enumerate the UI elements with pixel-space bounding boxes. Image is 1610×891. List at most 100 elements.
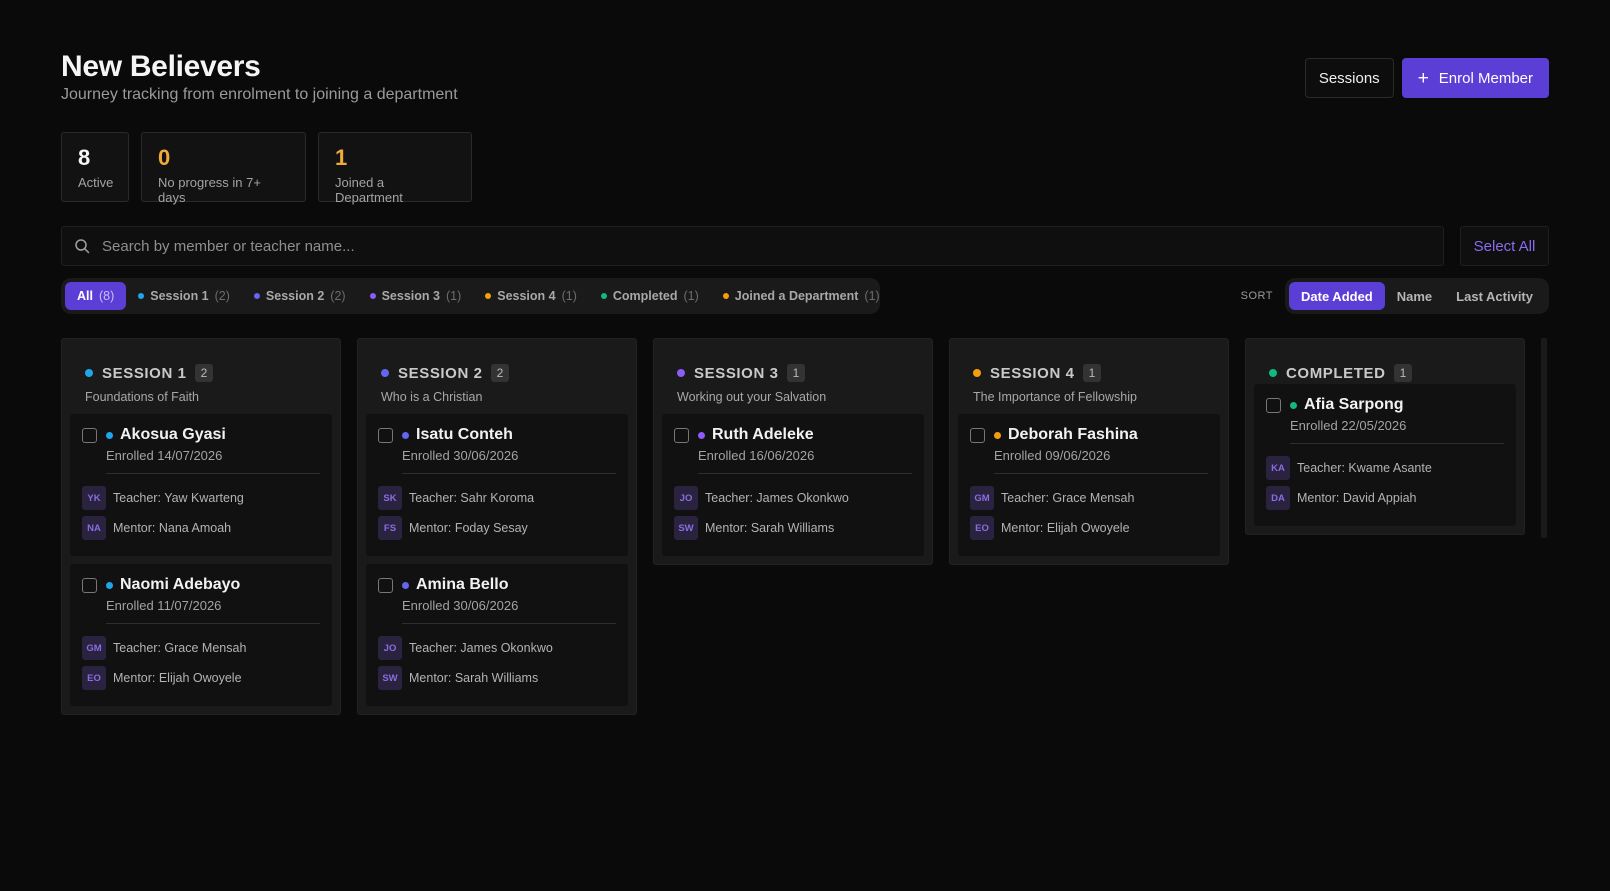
enrolled-date: Enrolled 09/06/2026 [994,448,1111,463]
filter-label: Completed [612,289,678,303]
status-dot-icon [1290,401,1297,409]
mentor-name: Mentor: David Appiah [1297,491,1417,505]
select-checkbox[interactable] [82,578,97,593]
member-name-row: Naomi Adebayo [106,576,240,594]
member-card[interactable]: Akosua Gyasi Enrolled 14/07/2026 YK Teacher… [70,414,332,556]
member-name[interactable]: Ruth Adeleke [712,426,814,444]
column-title-row: COMPLETED 1 [1269,364,1501,382]
column-title: SESSION 4 [990,364,1075,382]
status-dot-icon [369,293,376,299]
search-box[interactable] [61,226,1444,266]
column-header: SESSION 2 2 Who is a Christian [366,347,628,414]
enrolled-date: Enrolled 14/07/2026 [106,448,223,463]
member-card[interactable]: Amina Bello Enrolled 30/06/2026 JO Teacher:… [366,564,628,706]
teacher-row: KA Teacher: Kwame Asante [1266,456,1504,480]
sort-pills: Date Added Name Last Activity [1285,278,1549,314]
enrolled-date: Enrolled 11/07/2026 [106,598,222,613]
select-checkbox[interactable] [378,578,393,593]
filter-pill-session-1[interactable]: Session 1 (2) [126,282,242,310]
member-name[interactable]: Deborah Fashina [1008,426,1138,444]
mentor-avatar: SW [674,516,698,540]
page-header: New Believers Journey tracking from enro… [61,50,1549,130]
column-next-partial [1541,338,1547,538]
sort-option-date-added[interactable]: Date Added [1289,282,1385,310]
member-name[interactable]: Naomi Adebayo [120,576,240,594]
card-divider [1290,443,1504,444]
filter-pill-session-4[interactable]: Session 4 (1) [473,282,589,310]
mentor-avatar: DA [1266,486,1290,510]
sort-option-name[interactable]: Name [1385,282,1444,310]
stat-active: 8 Active [61,132,129,202]
enrolled-date: Enrolled 30/06/2026 [402,448,519,463]
stats-row: 8 Active 0 No progress in 7+ days 1 Join… [61,132,1549,205]
member-name[interactable]: Amina Bello [416,576,508,594]
mentor-name: Mentor: Sarah Williams [409,671,539,685]
member-info: Isatu Conteh Enrolled 30/06/2026 [402,426,518,463]
select-checkbox[interactable] [674,428,689,443]
teacher-row: YK Teacher: Yaw Kwarteng [82,486,320,510]
mentor-row: DA Mentor: David Appiah [1266,486,1504,510]
teacher-name: Teacher: Sahr Koroma [409,491,535,505]
stat-label: No progress in 7+ days [158,175,261,205]
filter-count: (8) [98,289,115,303]
column-count-badge: 2 [194,364,214,382]
sort-option-last-activity[interactable]: Last Activity [1444,282,1545,310]
mentor-row: NA Mentor: Nana Amoah [82,516,320,540]
filter-pill-completed[interactable]: Completed (1) [589,282,711,310]
teacher-row: GM Teacher: Grace Mensah [970,486,1208,510]
member-card[interactable]: Deborah Fashina Enrolled 09/06/2026 GM Teac… [958,414,1220,556]
member-card[interactable]: Ruth Adeleke Enrolled 16/06/2026 JO Teacher… [662,414,924,556]
select-checkbox[interactable] [970,428,985,443]
page: New Believers Journey tracking from enro… [61,50,1549,314]
filter-label: Session 3 [381,289,440,303]
sessions-button[interactable]: Sessions [1304,58,1394,98]
teacher-avatar: SK [378,486,402,510]
member-card[interactable]: Afia Sarpong Enrolled 22/05/2026 KA Teacher… [1254,384,1516,526]
filter-pill-joined-a-department[interactable]: Joined a Department (1) [711,282,892,310]
status-dot-icon [253,293,260,299]
enrol-member-button[interactable]: + Enrol Member [1401,58,1549,98]
select-checkbox[interactable] [378,428,393,443]
member-card[interactable]: Naomi Adebayo Enrolled 11/07/2026 GM Teache… [70,564,332,706]
member-info: Amina Bello Enrolled 30/06/2026 [402,576,518,613]
mentor-avatar: SW [378,666,402,690]
filter-label: All [77,289,93,303]
column-header: COMPLETED 1 [1254,347,1516,384]
status-dot-icon [1269,369,1277,377]
sort-group: SORT Date Added Name Last Activity [1241,278,1549,314]
column-title: COMPLETED [1286,364,1386,382]
card-divider [698,473,912,474]
search-row: Select All [61,226,1549,266]
filter-pill-session-2[interactable]: Session 2 (2) [242,282,358,310]
column-session-2: SESSION 2 2 Who is a Christian Isatu Conteh… [357,338,637,715]
member-name-row: Afia Sarpong [1290,396,1406,414]
teacher-avatar: GM [82,636,106,660]
member-name[interactable]: Isatu Conteh [416,426,513,444]
member-name[interactable]: Akosua Gyasi [120,426,226,444]
column-header: SESSION 4 1 The Importance of Fellowship [958,347,1220,414]
select-checkbox[interactable] [82,428,97,443]
mentor-name: Mentor: Elijah Owoyele [113,671,242,685]
filter-count: (1) [683,289,699,303]
member-name[interactable]: Afia Sarpong [1304,396,1404,414]
status-dot-icon [698,431,705,439]
search-icon [75,239,90,254]
filter-label: Session 1 [150,289,209,303]
search-input[interactable] [102,237,1443,255]
select-checkbox[interactable] [1266,398,1281,413]
teacher-name: Teacher: James Okonkwo [705,491,849,505]
card-header: Isatu Conteh Enrolled 30/06/2026 [378,426,616,463]
enrolled-date: Enrolled 16/06/2026 [698,448,815,463]
member-card[interactable]: Isatu Conteh Enrolled 30/06/2026 SK Teacher… [366,414,628,556]
column-title-row: SESSION 3 1 [677,364,909,382]
teacher-name: Teacher: James Okonkwo [409,641,553,655]
member-name-row: Akosua Gyasi [106,426,226,444]
select-all-button[interactable]: Select All [1460,226,1549,266]
filter-pill-all[interactable]: All (8) [65,282,127,310]
column-count-badge: 1 [786,364,806,382]
mentor-name: Mentor: Foday Sesay [409,521,528,535]
filter-count: (2) [330,289,346,303]
teacher-row: JO Teacher: James Okonkwo [378,636,616,660]
mentor-avatar: EO [82,666,106,690]
filter-pill-session-3[interactable]: Session 3 (1) [358,282,474,310]
